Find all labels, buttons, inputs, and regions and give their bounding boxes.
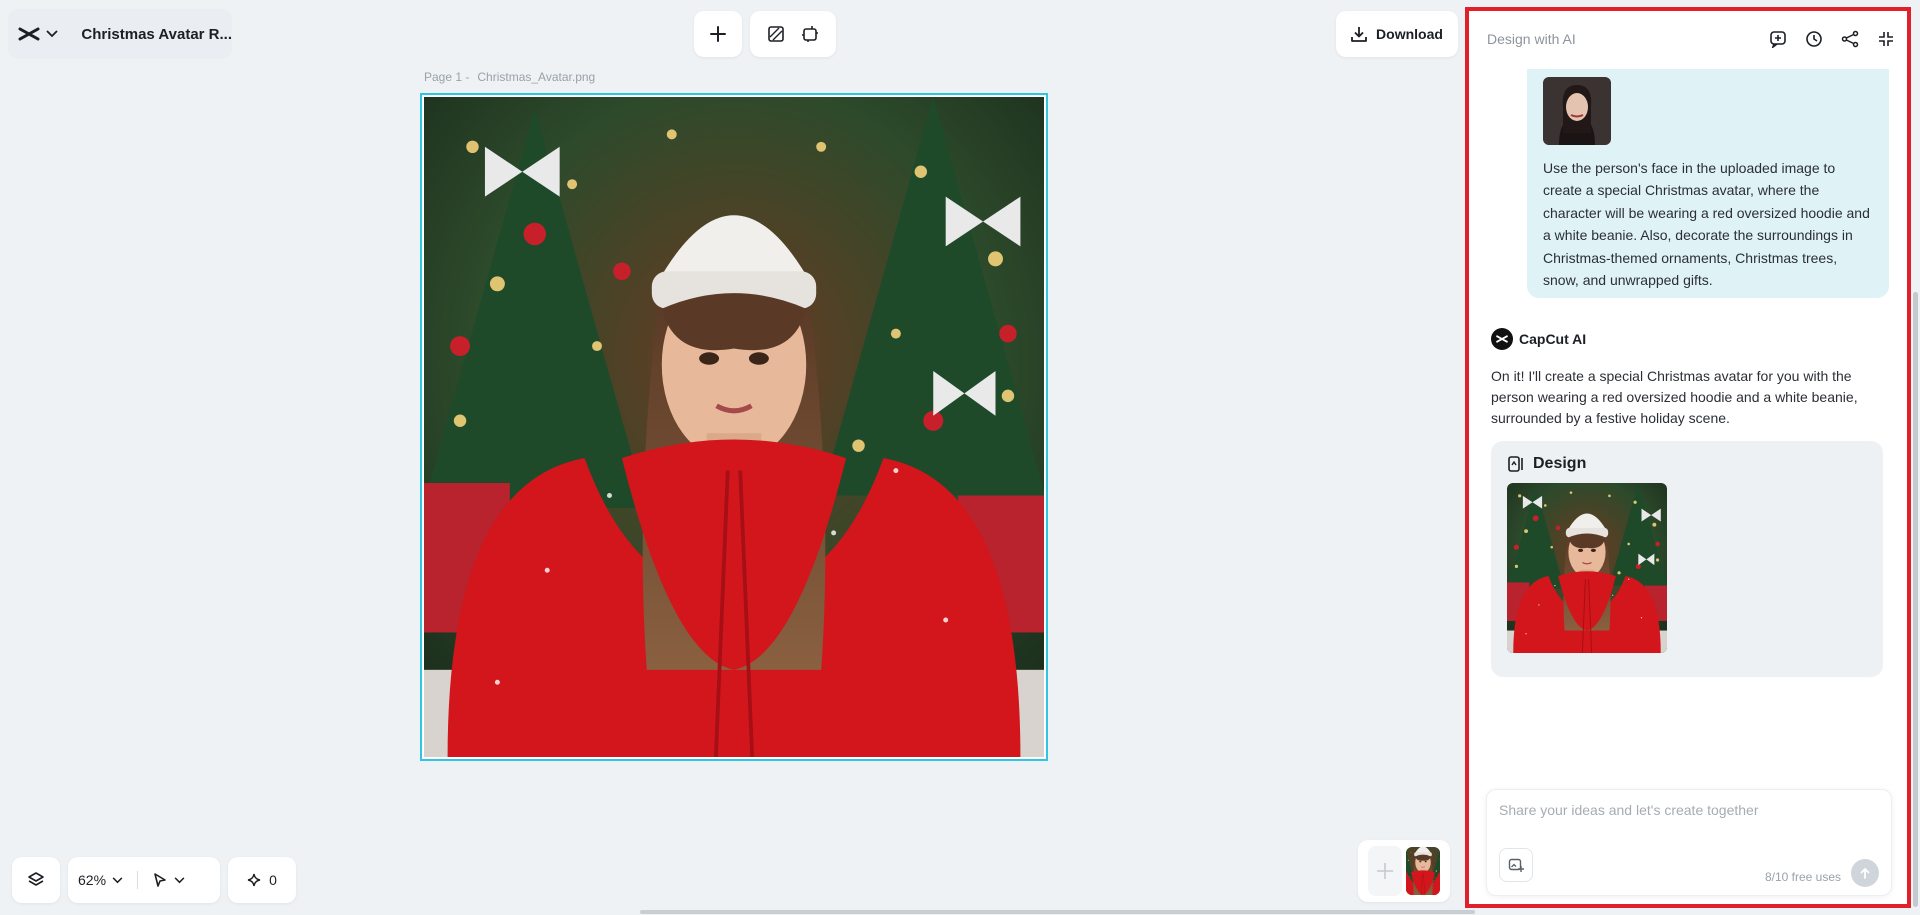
design-result-thumbnail[interactable] xyxy=(1507,483,1667,653)
page-label: Page 1 - Christmas_Avatar.png xyxy=(424,70,603,84)
collapse-icon[interactable] xyxy=(1877,30,1895,48)
prompt-input[interactable] xyxy=(1499,802,1879,818)
download-icon xyxy=(1351,26,1367,42)
arrow-up-icon xyxy=(1859,867,1871,879)
design-result-card[interactable]: Design xyxy=(1491,441,1883,677)
image-upload-icon xyxy=(1508,857,1524,873)
page-file-name[interactable]: Christmas_Avatar.png xyxy=(477,70,595,84)
page-number: Page 1 - xyxy=(424,70,470,84)
uploaded-face-thumbnail[interactable] xyxy=(1543,77,1611,145)
free-uses-counter: 8/10 free uses xyxy=(1764,870,1841,884)
user-message: Use the person's face in the uploaded im… xyxy=(1527,69,1889,298)
credits-count: 0 xyxy=(269,872,277,888)
background-icon[interactable] xyxy=(767,25,785,43)
canvas-tools-group xyxy=(750,11,836,57)
zoom-control: 62% xyxy=(68,857,220,903)
download-label: Download xyxy=(1376,26,1443,42)
page-thumbnail[interactable] xyxy=(1406,847,1440,895)
upload-image-button[interactable] xyxy=(1499,848,1533,882)
capcut-logo-icon xyxy=(18,25,40,43)
panel-scrollbar[interactable] xyxy=(1913,292,1918,907)
panel-title: Design with AI xyxy=(1487,31,1576,47)
design-card-header: Design xyxy=(1507,455,1867,473)
document-menu[interactable]: Christmas Avatar R... xyxy=(8,9,232,59)
prompt-composer: 8/10 free uses xyxy=(1486,789,1892,896)
share-icon[interactable] xyxy=(1841,30,1859,48)
add-page-button[interactable] xyxy=(1368,846,1402,896)
capcut-logo-menu[interactable] xyxy=(18,25,67,43)
design-with-ai-panel: Design with AI Use the person's face in … xyxy=(1465,7,1911,908)
panel-header: Design with AI xyxy=(1469,11,1907,67)
chevron-down-icon xyxy=(46,30,58,38)
canvas-page[interactable] xyxy=(420,93,1048,761)
layers-icon xyxy=(27,871,45,889)
add-element-button[interactable] xyxy=(694,11,742,57)
assistant-header: CapCut AI xyxy=(1491,328,1586,350)
capcut-ai-avatar-icon xyxy=(1491,328,1513,350)
assistant-message-text: On it! I'll create a special Christmas a… xyxy=(1491,368,1858,426)
sparkle-icon xyxy=(247,873,261,887)
zoom-level[interactable]: 62% xyxy=(78,872,106,888)
plus-icon xyxy=(1375,861,1395,881)
resize-icon[interactable] xyxy=(801,25,819,43)
download-button[interactable]: Download xyxy=(1336,11,1458,57)
assistant-name: CapCut AI xyxy=(1519,331,1587,347)
pages-strip xyxy=(1358,840,1450,902)
design-icon xyxy=(1507,455,1525,473)
user-message-text: Use the person's face in the uploaded im… xyxy=(1543,160,1870,289)
divider xyxy=(137,871,139,889)
pointer-tool-icon[interactable] xyxy=(152,872,168,888)
send-button[interactable] xyxy=(1851,859,1879,887)
credits-button[interactable]: 0 xyxy=(228,857,296,903)
horizontal-scrollbar[interactable] xyxy=(640,910,1475,914)
history-icon[interactable] xyxy=(1805,30,1823,48)
chevron-down-icon[interactable] xyxy=(112,876,123,884)
chevron-down-icon[interactable] xyxy=(174,876,185,884)
layers-button[interactable] xyxy=(12,857,60,903)
design-card-title: Design xyxy=(1533,455,1587,472)
plus-icon xyxy=(710,26,726,42)
new-chat-icon[interactable] xyxy=(1769,30,1787,48)
christmas-avatar-image[interactable] xyxy=(424,97,1044,757)
document-title[interactable]: Christmas Avatar R... xyxy=(81,26,232,43)
